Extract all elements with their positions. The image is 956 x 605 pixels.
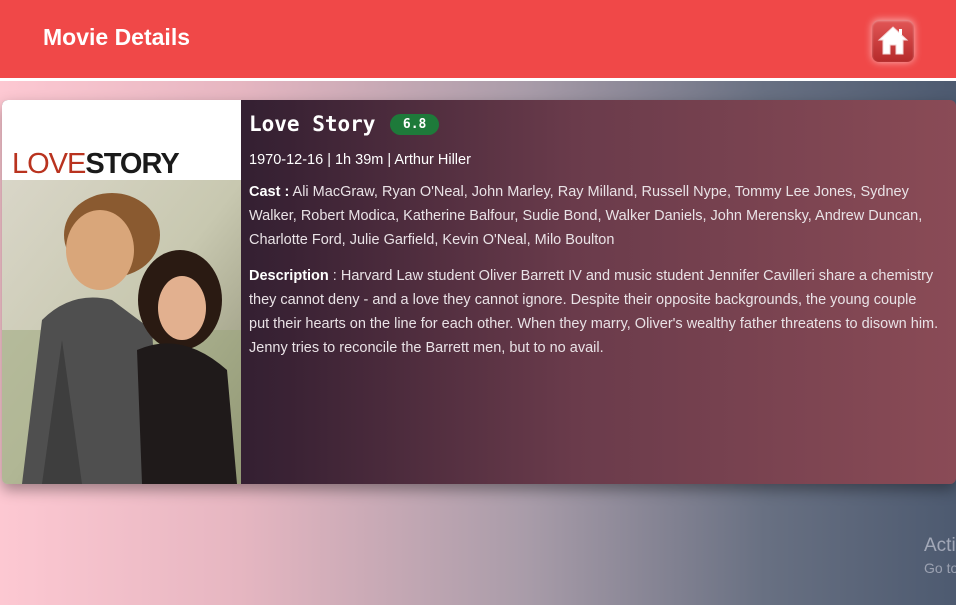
- rating-badge: 6.8: [389, 113, 440, 135]
- navbar: Movie Details: [0, 0, 956, 81]
- description-text: Harvard Law student Oliver Barrett IV an…: [249, 268, 939, 356]
- movie-poster: LOVESTORY: [2, 100, 241, 484]
- description-label: Description: [249, 268, 329, 284]
- activate-watermark-subtitle: Go to: [924, 560, 956, 576]
- title-row: Love Story 6.8: [249, 112, 440, 136]
- movie-card: LOVESTORY Love Story 6.8 1970-12-16 | 1h…: [2, 100, 956, 484]
- description-paragraph: Description : Harvard Law student Oliver…: [249, 264, 939, 360]
- poster-title: LOVESTORY: [12, 148, 180, 181]
- home-button[interactable]: [872, 20, 914, 62]
- home-icon: [877, 26, 909, 55]
- page-title: Movie Details: [43, 24, 190, 50]
- description-separator: :: [332, 268, 337, 284]
- movie-meta: 1970-12-16 | 1h 39m | Arthur Hiller: [249, 152, 471, 168]
- poster-artwork: [2, 180, 241, 484]
- cast-paragraph: Cast : Ali MacGraw, Ryan O'Neal, John Ma…: [249, 180, 939, 252]
- poster-title-love: LOVE: [12, 148, 86, 180]
- activate-watermark-title: Acti: [924, 535, 956, 556]
- cast-list: Ali MacGraw, Ryan O'Neal, John Marley, R…: [249, 184, 923, 248]
- cast-label: Cast :: [249, 184, 290, 200]
- movie-title: Love Story: [249, 112, 376, 136]
- poster-title-story: STORY: [85, 148, 179, 180]
